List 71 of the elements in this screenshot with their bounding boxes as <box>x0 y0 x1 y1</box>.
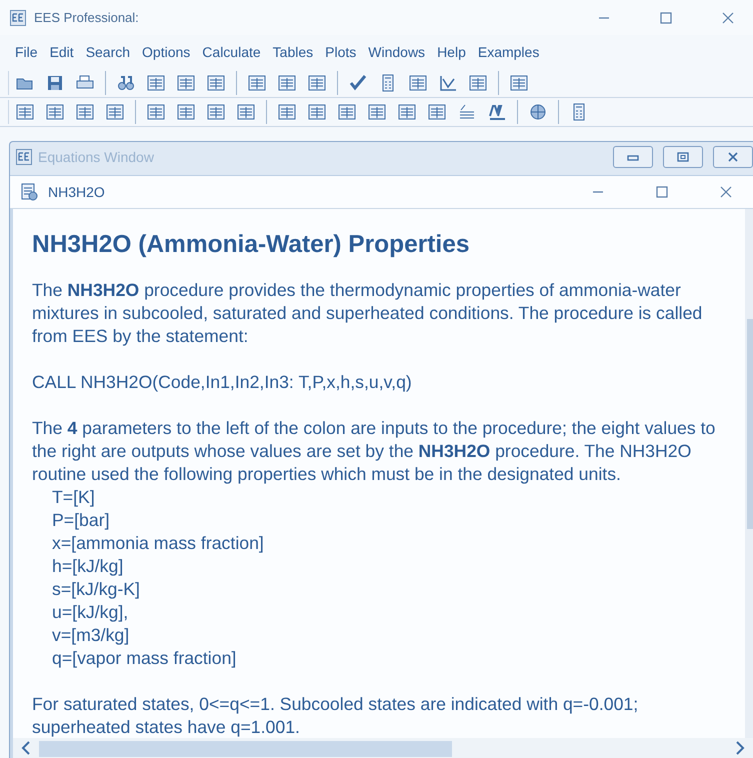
window-title: Equations Window <box>38 149 155 165</box>
close-icon <box>727 152 739 162</box>
chevron-right-icon <box>735 741 745 755</box>
formatted-equations-icon <box>176 102 196 122</box>
restore-icon <box>677 152 689 162</box>
minimize-button[interactable] <box>613 146 653 168</box>
window-title: EES Professional: <box>34 10 140 25</box>
maximize-icon <box>656 186 668 198</box>
window-title: NH3H2O <box>48 184 106 200</box>
scatter-chart-icon <box>75 102 95 122</box>
document-icon <box>337 102 357 122</box>
unit-line: x=[ammonia mass fraction] <box>52 532 265 555</box>
restore-button[interactable] <box>663 146 703 168</box>
paragraph: The NH3H2O procedure provides the thermodynamic properties of ammonia-water mixtures in subcooled, saturated and superheated conditions. The procedure is called from EES by the statement: <box>32 279 704 348</box>
spreadsheet-icon <box>509 73 529 93</box>
table-icon <box>307 102 327 122</box>
maximize-icon <box>660 12 672 24</box>
scrollbar-thumb[interactable] <box>39 741 452 757</box>
scrollbar-thumb[interactable] <box>747 319 753 529</box>
grid-icon <box>277 73 297 93</box>
chart-icon <box>367 102 387 122</box>
find-document-icon <box>176 73 196 93</box>
menu-item[interactable]: Tables <box>266 42 320 62</box>
paragraph: For saturated states, 0<=q<=1. Subcooled states are indicated with q=-0.001; superheated states have q=1.001. <box>32 693 640 738</box>
check-marks-icon <box>206 73 226 93</box>
menu-item[interactable]: Plots <box>319 42 362 62</box>
table-icon <box>277 102 297 122</box>
menu-item[interactable]: Edit <box>44 42 80 62</box>
unit-line: P=[bar] <box>52 509 111 532</box>
unit-line: h=[kJ/kg] <box>52 555 124 578</box>
window-icon <box>16 149 32 165</box>
menu-item[interactable]: Windows <box>362 42 432 62</box>
line-chart-icon <box>45 102 65 122</box>
binoculars-icon <box>116 73 136 93</box>
units-icon <box>307 73 327 93</box>
variable-info-icon <box>247 73 267 93</box>
close-icon <box>722 12 734 24</box>
unit-line: T=[K] <box>52 486 96 509</box>
help-heading: NH3H2O (Ammonia-Water) Properties <box>32 231 470 259</box>
document-icon <box>20 183 38 201</box>
close-icon <box>720 186 732 198</box>
check-icon <box>348 73 368 93</box>
equation-icon <box>146 102 166 122</box>
unit-line: u=[kJ/kg], <box>52 601 130 624</box>
app-icon <box>10 10 26 26</box>
menu-item[interactable]: File <box>9 42 44 62</box>
replace-icon <box>146 73 166 93</box>
framed-icon <box>468 73 488 93</box>
macro-icon <box>487 102 507 122</box>
menu-item[interactable]: Examples <box>472 42 546 62</box>
unit-line: s=[kJ/kg-K] <box>52 578 141 601</box>
chart-axes-icon <box>438 73 458 93</box>
image-icon <box>427 102 447 122</box>
close-button[interactable] <box>713 146 753 168</box>
plot-window-icon <box>105 102 125 122</box>
unit-line: q=[vapor mass fraction] <box>52 647 238 670</box>
menu-item[interactable]: Help <box>431 42 472 62</box>
line-chart-icon <box>15 102 35 122</box>
paragraph: The 4 parameters to the left of the colon are inputs to the procedure; the eight values to the right are outputs whose values are set by the NH3H2O procedure. The NH3H2O routine used the following properties which must be in the designated units. <box>32 417 716 486</box>
paragraph: CALL NH3H2O(Code,In1,In2,In3: T,P,x,h,s,u,v,q) <box>32 371 413 394</box>
table-icon <box>397 102 417 122</box>
chevron-left-icon <box>21 741 31 755</box>
results-icon <box>236 102 256 122</box>
menu-item[interactable]: Search <box>80 42 136 62</box>
menu-item[interactable]: Options <box>136 42 196 62</box>
unit-line: v=[m3/kg] <box>52 624 130 647</box>
globe-icon <box>528 102 548 122</box>
save-icon <box>45 73 65 93</box>
menu-item[interactable]: Calculate <box>196 42 267 62</box>
list-icon <box>206 102 226 122</box>
table-icon <box>408 73 428 93</box>
